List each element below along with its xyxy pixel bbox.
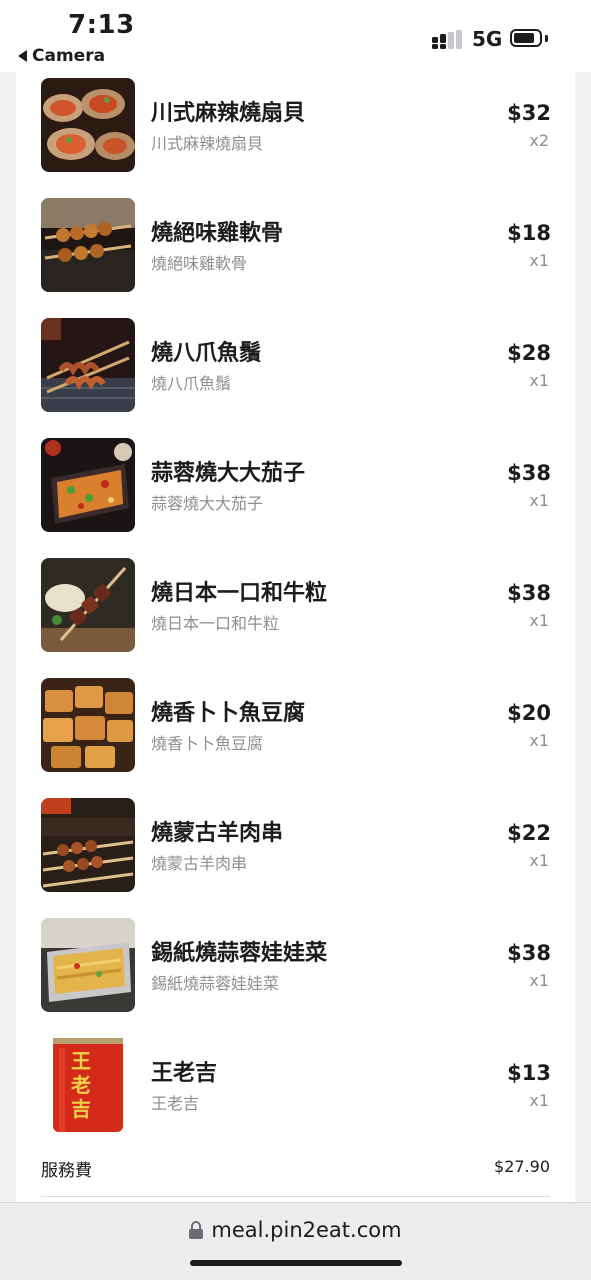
- item-quantity: x2: [529, 131, 549, 150]
- service-fee-label: 服務費: [41, 1161, 92, 1181]
- item-price: $38: [507, 581, 551, 605]
- item-subtitle: 燒絕味雞軟骨: [151, 254, 248, 273]
- order-item: 燒八爪魚鬚 燒八爪魚鬚 $28 x1: [16, 315, 575, 435]
- item-name: 燒蒙古羊肉串: [151, 821, 284, 846]
- status-time: 7:13: [68, 10, 135, 40]
- order-item: 燒絕味雞軟骨 燒絕味雞軟骨 $18 x1: [16, 195, 575, 315]
- item-price: $28: [507, 341, 551, 365]
- item-price: $20: [507, 701, 551, 725]
- home-indicator: [190, 1260, 402, 1266]
- item-name: 川式麻辣燒扇貝: [151, 101, 306, 126]
- item-price: $38: [507, 461, 551, 485]
- lamb-skewer-icon: [41, 798, 135, 892]
- back-link-label: Camera: [32, 46, 106, 66]
- svg-text:王: 王: [71, 1049, 91, 1073]
- network-type: 5G: [472, 27, 503, 51]
- divider: [0, 1202, 591, 1203]
- svg-text:老: 老: [71, 1073, 91, 1097]
- browser-url-bar[interactable]: meal.pin2eat.com: [0, 1202, 591, 1280]
- item-name: 王老吉: [151, 1061, 218, 1086]
- beef-skewer-icon: [41, 558, 135, 652]
- order-item: 川式麻辣燒扇貝 川式麻辣燒扇貝 $32 x2: [16, 75, 575, 195]
- back-to-camera-link[interactable]: Camera: [18, 46, 105, 66]
- order-item: 蒜蓉燒大大茄子 蒜蓉燒大大茄子 $38 x1: [16, 435, 575, 555]
- item-price: $38: [507, 941, 551, 965]
- order-card: 川式麻辣燒扇貝 川式麻辣燒扇貝 $32 x2 燒絕味雞軟骨 燒絕味雞軟骨 $18…: [16, 72, 575, 1202]
- battery-icon: [510, 29, 542, 47]
- battery-cap: [545, 35, 548, 42]
- item-quantity: x1: [529, 251, 549, 270]
- item-quantity: x1: [529, 491, 549, 510]
- item-price: $22: [507, 821, 551, 845]
- item-name: 燒八爪魚鬚: [151, 341, 262, 366]
- cellular-signal-icon: [432, 30, 462, 49]
- url-display[interactable]: meal.pin2eat.com: [0, 1218, 591, 1242]
- item-subtitle: 燒蒙古羊肉串: [151, 854, 248, 873]
- item-subtitle: 錫紙燒蒜蓉娃娃菜: [151, 974, 280, 993]
- item-quantity: x1: [529, 371, 549, 390]
- lock-icon: [189, 1221, 204, 1239]
- drink-can-icon: 王 老 吉: [41, 1038, 135, 1132]
- svg-text:吉: 吉: [71, 1097, 91, 1121]
- eggplant-dish-icon: [41, 438, 135, 532]
- item-subtitle: 王老吉: [151, 1094, 200, 1113]
- item-name: 燒香卜卜魚豆腐: [151, 701, 306, 726]
- back-arrow-icon: [18, 50, 27, 62]
- item-subtitle: 燒日本一口和牛粒: [151, 614, 280, 633]
- item-subtitle: 川式麻辣燒扇貝: [151, 134, 264, 153]
- fish-tofu-icon: [41, 678, 135, 772]
- url-text: meal.pin2eat.com: [211, 1218, 402, 1242]
- item-subtitle: 蒜蓉燒大大茄子: [151, 494, 264, 513]
- item-quantity: x1: [529, 971, 549, 990]
- item-quantity: x1: [529, 1091, 549, 1110]
- item-name: 錫紙燒蒜蓉娃娃菜: [151, 941, 328, 966]
- order-item: 燒蒙古羊肉串 燒蒙古羊肉串 $22 x1: [16, 795, 575, 915]
- order-item: 燒日本一口和牛粒 燒日本一口和牛粒 $38 x1: [16, 555, 575, 675]
- item-price: $18: [507, 221, 551, 245]
- item-subtitle: 燒香卜卜魚豆腐: [151, 734, 264, 753]
- item-name: 燒絕味雞軟骨: [151, 221, 284, 246]
- order-item: 燒香卜卜魚豆腐 燒香卜卜魚豆腐 $20 x1: [16, 675, 575, 795]
- foil-tray-icon: [41, 918, 135, 1012]
- item-name: 燒日本一口和牛粒: [151, 581, 328, 606]
- order-item: 王 老 吉 王老吉 王老吉 $13 x1: [16, 1035, 575, 1155]
- item-quantity: x1: [529, 731, 549, 750]
- service-fee-row: 服務費 $27.90: [41, 1156, 550, 1186]
- order-item: 錫紙燒蒜蓉娃娃菜 錫紙燒蒜蓉娃娃菜 $38 x1: [16, 915, 575, 1035]
- status-bar: 7:13 Camera 5G: [0, 0, 591, 72]
- octopus-skewer-icon: [41, 318, 135, 412]
- scallop-food-icon: [41, 78, 135, 172]
- service-fee-value: $27.90: [494, 1157, 550, 1176]
- item-quantity: x1: [529, 611, 549, 630]
- item-price: $32: [507, 101, 551, 125]
- skewer-food-icon: [41, 198, 135, 292]
- item-price: $13: [507, 1061, 551, 1085]
- battery-level-fill: [514, 33, 534, 43]
- item-subtitle: 燒八爪魚鬚: [151, 374, 232, 393]
- item-name: 蒜蓉燒大大茄子: [151, 461, 306, 486]
- item-quantity: x1: [529, 851, 549, 870]
- divider: [41, 1196, 550, 1197]
